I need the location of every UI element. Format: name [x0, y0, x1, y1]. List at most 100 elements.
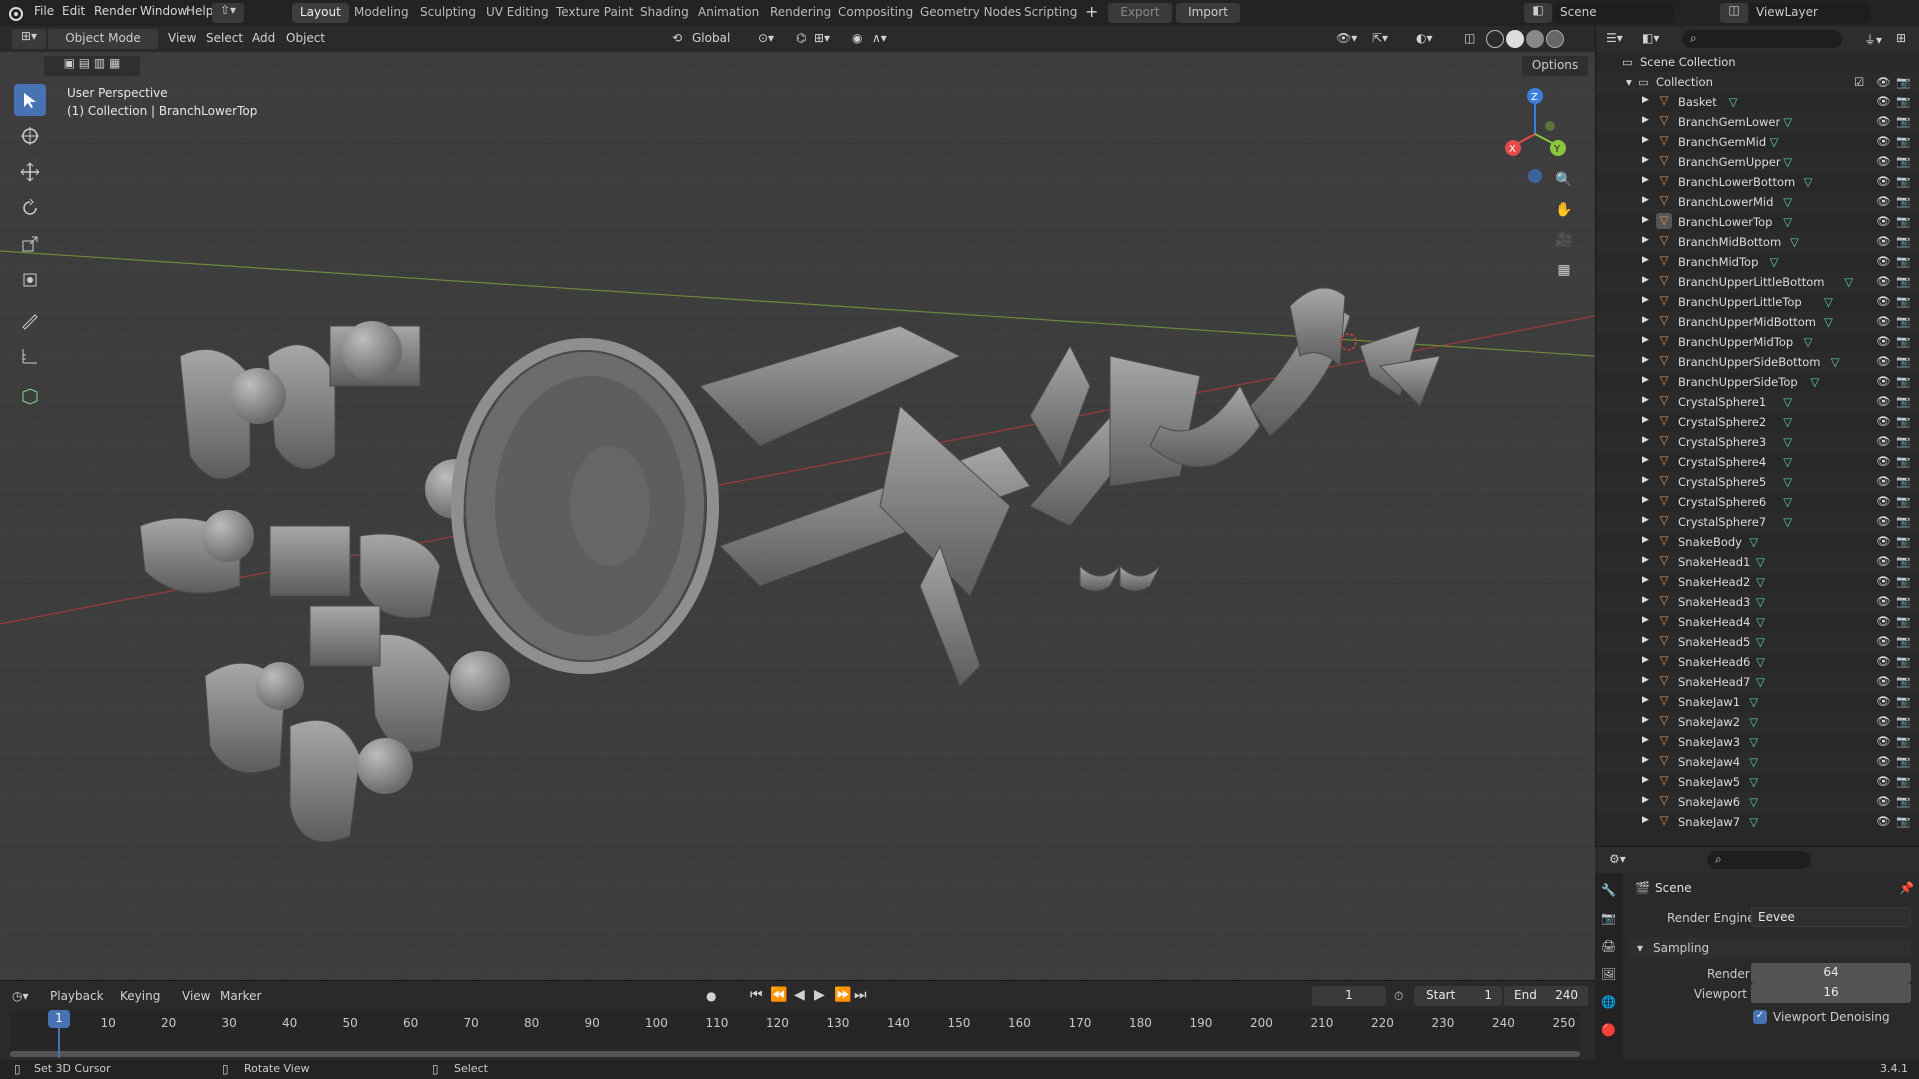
output-tab-icon[interactable]: 🖨	[1601, 939, 1616, 953]
measure-tool-icon[interactable]	[14, 340, 46, 372]
eye-icon[interactable]: 👁	[1876, 434, 1891, 448]
outliner-item[interactable]: ▶ ▽ BranchMidTop ▽ 👁 📷	[1596, 252, 1919, 272]
tab-scripting[interactable]: Scripting	[1016, 3, 1085, 23]
preview-range-icon[interactable]: ⏱	[1394, 989, 1403, 1004]
solid-shading-icon[interactable]	[1506, 30, 1524, 48]
eye-icon[interactable]: 👁	[1876, 134, 1891, 148]
outliner-item[interactable]: ▶ ▽ BranchGemMid ▽ 👁 📷	[1596, 132, 1919, 152]
eye-icon[interactable]: 👁	[1876, 334, 1891, 348]
expand-arrow-icon[interactable]: ▶	[1642, 575, 1649, 585]
zoom-icon[interactable]: 🔍	[1552, 172, 1576, 196]
eye-icon[interactable]: 👁	[1876, 114, 1891, 128]
camera-icon[interactable]: 📷	[1896, 794, 1910, 808]
expand-arrow-icon[interactable]: ▶	[1642, 275, 1649, 285]
eye-icon[interactable]: 👁	[1876, 214, 1891, 228]
expand-arrow-icon[interactable]: ▶	[1642, 415, 1649, 425]
camera-icon[interactable]: 📷	[1896, 674, 1910, 688]
expand-arrow-icon[interactable]: ▶	[1642, 815, 1649, 825]
camera-icon[interactable]: 📷	[1896, 574, 1910, 588]
pan-hand-icon[interactable]: ✋	[1552, 202, 1576, 226]
start-frame-field[interactable]: Start 1	[1414, 986, 1502, 1006]
mesh-data-icon[interactable]: ▽	[1756, 635, 1765, 649]
mesh-data-icon[interactable]: ▽	[1783, 435, 1792, 449]
eye-icon[interactable]: 👁	[1876, 254, 1891, 268]
mesh-data-icon[interactable]: ▽	[1783, 115, 1792, 129]
expand-arrow-icon[interactable]: ▶	[1642, 335, 1649, 345]
expand-arrow-icon[interactable]: ▶	[1642, 355, 1649, 365]
tab-rendering[interactable]: Rendering	[762, 3, 839, 23]
scale-tool-icon[interactable]	[14, 228, 46, 260]
menu-object[interactable]: Object	[286, 31, 325, 45]
outliner-item[interactable]: ▶ ▽ BranchGemLower ▽ 👁 📷	[1596, 112, 1919, 132]
expand-arrow-icon[interactable]: ▶	[1642, 115, 1649, 125]
editor-type-icon[interactable]: ⊞▾	[12, 29, 46, 49]
tab-shading[interactable]: Shading	[632, 3, 697, 23]
render-tab-icon[interactable]: 📷	[1601, 911, 1616, 925]
expand-arrow-icon[interactable]: ▶	[1642, 295, 1649, 305]
outliner-item[interactable]: ▶ ▽ SnakeHead7 ▽ 👁 📷	[1596, 672, 1919, 692]
timeline-editor-icon[interactable]: ◷▾	[12, 989, 29, 1003]
outliner-item[interactable]: ▶ ▽ BranchUpperLittleBottom ▽ 👁 📷	[1596, 272, 1919, 292]
expand-arrow-icon[interactable]: ▶	[1642, 695, 1649, 705]
camera-icon[interactable]: 📷	[1896, 474, 1910, 488]
camera-icon[interactable]: 📷	[1896, 554, 1910, 568]
camera-icon[interactable]: 📷	[1896, 274, 1910, 288]
expand-arrow-icon[interactable]: ▶	[1642, 775, 1649, 785]
outliner-item[interactable]: ▶ ▽ SnakeHead4 ▽ 👁 📷	[1596, 612, 1919, 632]
camera-icon[interactable]: 📷	[1896, 434, 1910, 448]
current-frame-field[interactable]: 1	[1312, 986, 1386, 1006]
tab-sculpting[interactable]: Sculpting	[412, 3, 484, 23]
outliner-item[interactable]: ▶ ▽ CrystalSphere1 ▽ 👁 📷	[1596, 392, 1919, 412]
eye-icon[interactable]: 👁	[1876, 454, 1891, 468]
eye-icon[interactable]: 👁	[1876, 734, 1891, 748]
mesh-data-icon[interactable]: ▽	[1804, 335, 1813, 349]
export-button[interactable]: Export	[1108, 3, 1172, 23]
jump-start-icon[interactable]: ⏮	[750, 987, 763, 1003]
jump-end-icon[interactable]: ⏭	[854, 987, 867, 1003]
eye-icon[interactable]: 👁	[1876, 554, 1891, 568]
camera-icon[interactable]: 📷	[1896, 634, 1910, 648]
mesh-data-icon[interactable]: ▽	[1783, 515, 1792, 529]
play-reverse-icon[interactable]: ◀	[794, 987, 805, 1003]
mesh-data-icon[interactable]: ▽	[1756, 575, 1765, 589]
mesh-data-icon[interactable]: ▽	[1783, 195, 1792, 209]
tab-layout[interactable]: Layout	[292, 3, 349, 23]
outliner-search-input[interactable]: ⌕	[1682, 30, 1842, 48]
falloff-icon[interactable]: ∧▾	[872, 31, 887, 45]
outliner-item[interactable]: ▶ ▽ BranchUpperMidBottom ▽ 👁 📷	[1596, 312, 1919, 332]
outliner-editor-icon[interactable]: ☰▾	[1606, 31, 1623, 45]
eye-icon[interactable]: 👁	[1876, 494, 1891, 508]
mesh-data-icon[interactable]: ▽	[1783, 475, 1792, 489]
mesh-data-icon[interactable]: ▽	[1749, 755, 1758, 769]
outliner-item[interactable]: ▶ ▽ SnakeHead3 ▽ 👁 📷	[1596, 592, 1919, 612]
camera-icon[interactable]: 📷	[1896, 294, 1910, 308]
record-icon[interactable]: ●	[706, 989, 716, 1003]
camera-icon[interactable]: 📷	[1896, 454, 1910, 468]
outliner-item[interactable]: ▶ ▽ SnakeJaw6 ▽ 👁 📷	[1596, 792, 1919, 812]
camera-icon[interactable]: 📷	[1896, 534, 1910, 548]
tab-compositing[interactable]: Compositing	[830, 3, 921, 23]
eye-icon[interactable]: 👁	[1876, 294, 1891, 308]
expand-icon[interactable]: ▾	[1626, 75, 1632, 89]
eye-icon[interactable]: 👁	[1876, 794, 1891, 808]
expand-arrow-icon[interactable]: ▶	[1642, 135, 1649, 145]
eye-icon[interactable]: 👁	[1876, 534, 1891, 548]
expand-arrow-icon[interactable]: ▶	[1642, 155, 1649, 165]
outliner-scene-collection[interactable]: ▭ Scene Collection	[1596, 52, 1919, 72]
camera-icon[interactable]: 📷	[1896, 354, 1910, 368]
eye-icon[interactable]: 👁	[1876, 614, 1891, 628]
timeline-scrollbar[interactable]	[10, 1051, 1580, 1057]
visibility-icon[interactable]: 👁▾	[1336, 31, 1357, 45]
eye-icon[interactable]: 👁	[1876, 274, 1891, 288]
expand-arrow-icon[interactable]: ▶	[1642, 215, 1649, 225]
camera-icon[interactable]: 📷	[1896, 94, 1910, 108]
eye-icon[interactable]: 👁	[1876, 75, 1891, 89]
outliner-item[interactable]: ▶ ▽ CrystalSphere2 ▽ 👁 📷	[1596, 412, 1919, 432]
camera-icon[interactable]: 📷	[1896, 594, 1910, 608]
menu-help[interactable]: Help	[186, 4, 213, 18]
camera-icon[interactable]: 📷	[1896, 234, 1910, 248]
menu-select[interactable]: Select	[206, 31, 243, 45]
expand-arrow-icon[interactable]: ▶	[1642, 595, 1649, 605]
eye-icon[interactable]: 👁	[1876, 574, 1891, 588]
eye-icon[interactable]: 👁	[1876, 194, 1891, 208]
